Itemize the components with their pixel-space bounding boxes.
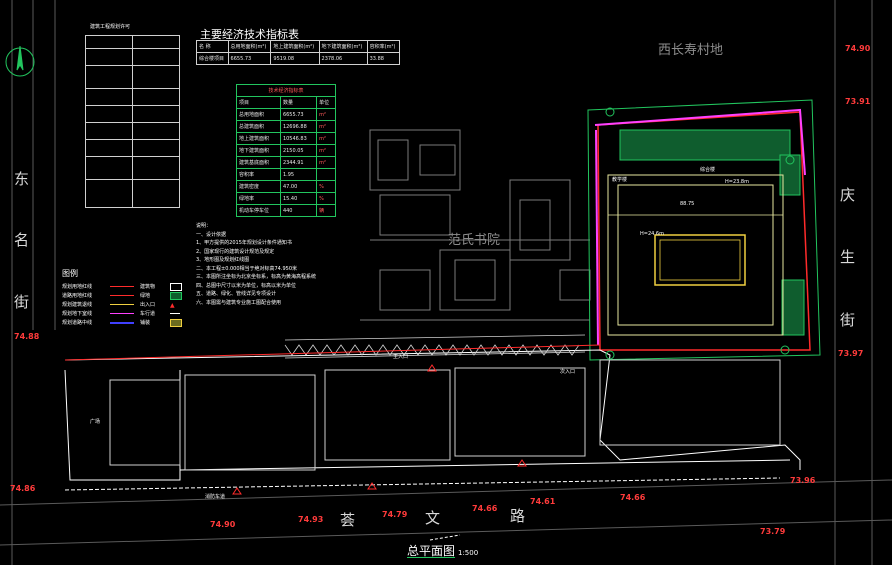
- street-west-3: 街: [14, 293, 30, 311]
- neighbor-north-label: 西长寿村地: [658, 43, 724, 58]
- elevation-label: 74.93: [298, 515, 324, 524]
- legend-title: 图例: [62, 269, 78, 278]
- elevation-label: 74.66: [472, 504, 498, 513]
- legend-item: 规划道路中线 铺装: [62, 318, 192, 327]
- left-spec-title: 建筑工程规划许可: [90, 24, 131, 30]
- table-indicators: 技术经济指标表 项目 数量 单位 总用地面积 6655.73 m² 总建筑面积 126…: [236, 84, 336, 217]
- building-label: 广场: [90, 419, 101, 425]
- building-label: 教学楼: [612, 177, 628, 183]
- drawing-scale: 1:500: [458, 549, 479, 557]
- note-line: 四、总图中尺寸以米为单位，标高以米为单位: [196, 282, 297, 289]
- elevation-label: 74.79: [382, 510, 408, 519]
- note-line: 1、甲方提供的2015年规划设计条件通知书: [196, 240, 292, 246]
- elevation-label: 73.96: [790, 476, 816, 485]
- elevation-label: 73.97: [838, 349, 864, 358]
- notes-block: 说明： 一、设计依据 1、甲方提供的2015年规划设计条件通知书 2、国家现行的…: [196, 222, 366, 307]
- building-label: 综合楼: [700, 167, 716, 173]
- street-east-3: 街: [840, 311, 856, 329]
- neighbor-center-label: 范氏书院: [448, 233, 501, 248]
- dimension-label: 88.75: [680, 201, 695, 207]
- street-west-2: 名: [14, 231, 30, 249]
- elevation-label: 74.66: [620, 493, 646, 502]
- note-line: 五、道路、绿化、管线详见专项设计: [196, 291, 277, 297]
- cad-drawing-canvas[interactable]: 建筑工程规划许可 主要经济技术指标表 名 称 总用地面积(m²) 地上建筑面积(…: [0, 0, 892, 565]
- elevation-label: 73.91: [845, 97, 871, 106]
- street-east-1: 庆: [840, 186, 856, 204]
- legend: 图例 规划用地红线 建筑物 道路用地红线 绿地 规划建筑退线 出入口 ▲ 规划地…: [62, 268, 192, 327]
- elevation-label: 74.88: [14, 332, 40, 341]
- building-label: H=24.6m: [640, 231, 664, 237]
- project-info-table: [85, 35, 180, 208]
- main-building: [607, 174, 784, 336]
- elevation-label: 74.90: [845, 44, 871, 53]
- street-east-2: 生: [840, 248, 856, 266]
- street-west-1: 东: [14, 170, 30, 188]
- plaza-outline: [64, 349, 801, 481]
- legend-item: 规划建筑退线 出入口 ▲: [62, 301, 175, 309]
- note-line: 三、本图所注坐标为北京坐标系，标高为黄海高程系统: [196, 274, 317, 280]
- elevation-label: 74.86: [10, 484, 36, 493]
- building-label: H=23.8m: [725, 179, 749, 185]
- elevation-label: 74.90: [210, 520, 236, 529]
- legend-item: 规划用地红线 建筑物: [62, 282, 192, 291]
- street-south-1: 荟: [340, 511, 356, 529]
- note-line: 一、设计依据: [196, 231, 227, 238]
- north-arrow: [5, 45, 35, 77]
- building-label: 次入口: [560, 369, 576, 375]
- building-label: 主入口: [393, 354, 409, 360]
- street-south-2: 文: [425, 509, 441, 527]
- note-line: 2、国家现行的建筑设计规范及规定: [196, 248, 275, 255]
- note-line: 二、本工程±0.000相当于绝对标高74.950米: [196, 265, 298, 272]
- elevation-label: 73.79: [760, 527, 786, 536]
- note-line: 六、本图需与建筑专业施工图配合使用: [196, 299, 282, 306]
- building-label: 消防车道: [205, 494, 226, 500]
- surrounding-buildings: [360, 129, 591, 321]
- notes-title: 说明：: [196, 223, 212, 229]
- table-main: 名 称 总用地面积(m²) 地上建筑面积(m²) 地下建筑面积(m²) 容积率(…: [196, 40, 401, 65]
- note-line: 3、地形图及规划红线图: [196, 257, 250, 263]
- street-south-3: 路: [510, 507, 526, 525]
- legend-item: 道路用地红线 绿地: [62, 291, 192, 300]
- drawing-title: 总平面图: [407, 544, 456, 558]
- elevation-label: 74.61: [530, 497, 556, 506]
- legend-item: 规划地下室线 车行道: [62, 309, 192, 318]
- greenery-north: [619, 129, 791, 161]
